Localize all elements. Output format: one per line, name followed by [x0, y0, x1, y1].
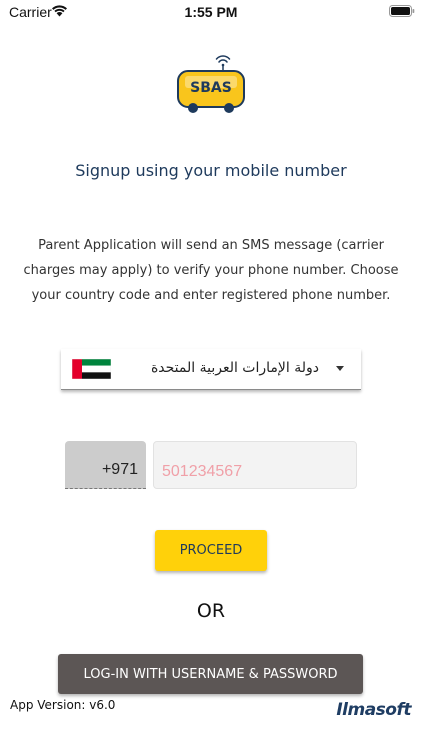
phone-number-input[interactable]: [153, 441, 357, 489]
or-separator: OR: [196, 600, 226, 622]
chevron-down-icon[interactable]: [336, 366, 344, 371]
status-bar: Carrier 1:55 PM: [0, 0, 422, 24]
signup-description: Parent Application will send an SMS mess…: [23, 238, 399, 303]
battery-icon: [389, 5, 415, 17]
country-name: دولة الإمارات العربية المتحدة: [150, 360, 319, 376]
signal-icon: [215, 55, 231, 67]
app-version: App Version: v6.0: [10, 698, 116, 712]
ilmasoft-logo: Ilmasoft: [336, 700, 411, 720]
status-time: 1:55 PM: [184, 4, 238, 20]
country-code-field[interactable]: +971: [65, 441, 146, 489]
sbas-logo: SBAS: [177, 55, 245, 113]
uae-flag-icon: [72, 359, 111, 379]
proceed-button[interactable]: PROCEED: [155, 530, 267, 571]
country-code-value: +971: [101, 461, 138, 478]
logo-text: SBAS: [190, 80, 232, 96]
country-select[interactable]: دولة الإمارات العربية المتحدة: [61, 349, 361, 390]
login-with-username-button[interactable]: LOG-IN WITH USERNAME & PASSWORD: [58, 654, 363, 694]
page-title: Signup using your mobile number: [75, 161, 347, 180]
